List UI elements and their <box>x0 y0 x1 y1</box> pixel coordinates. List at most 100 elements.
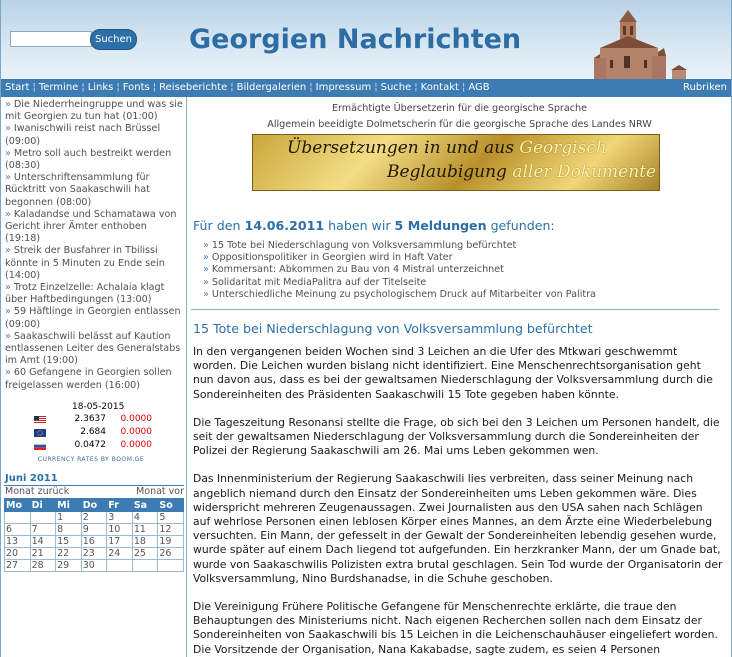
calendar-day[interactable]: 19 <box>157 535 184 548</box>
calendar-prev-month[interactable]: Monat zurück <box>5 486 69 497</box>
search-input[interactable] <box>10 31 92 47</box>
nav-item-agb[interactable]: AGB <box>468 82 489 93</box>
calendar-day[interactable]: 21 <box>29 547 57 560</box>
calendar-day[interactable]: 25 <box>131 547 159 560</box>
nav-item-suche[interactable]: Suche <box>381 82 412 93</box>
result-item[interactable]: » Solidaritat mit MediaPalitra auf der T… <box>203 277 596 289</box>
result-item[interactable]: » Unterschiedliche Meinung zu psychologi… <box>203 289 596 301</box>
calendar-day[interactable]: 29 <box>55 559 82 572</box>
currency-date: 18-05-2015 <box>72 402 125 412</box>
church-image <box>594 10 687 79</box>
calendar-weekday: Do <box>80 498 108 512</box>
news-item[interactable]: » 59 Häftlinge in Georgien entlassen (09… <box>5 306 183 330</box>
calendar-day[interactable]: 10 <box>106 523 133 536</box>
news-item[interactable]: » Metro soll auch bestreikt werden (08:3… <box>5 148 183 172</box>
sidebar: » Die Niederrheingruppe und was sie mit … <box>1 97 187 657</box>
bullet-icon: » <box>5 123 14 135</box>
calendar-day[interactable]: 26 <box>157 547 184 560</box>
calendar-day[interactable]: 17 <box>106 535 133 548</box>
bullet-icon: » <box>5 306 14 318</box>
calendar-day[interactable]: 11 <box>131 523 159 536</box>
ru-flag-icon <box>34 442 46 450</box>
calendar-day[interactable]: 16 <box>80 535 108 548</box>
ad-translator-line: Ermächtigte Übersetzerin für die georgis… <box>331 103 588 114</box>
bullet-icon: » <box>5 99 14 110</box>
article-title: 15 Tote bei Niederschlagung von Volksver… <box>193 321 593 336</box>
result-item[interactable]: » 15 Tote bei Niederschlagung von Volksv… <box>203 240 596 252</box>
nav-item-start[interactable]: Start <box>5 82 29 93</box>
nav-item-rubriken[interactable]: Rubriken <box>683 79 727 97</box>
calendar-next-month[interactable]: Monat vor <box>136 486 184 497</box>
news-item[interactable]: » Streik der Busfahrer in Tbilissi könnt… <box>5 245 183 282</box>
currency-value: 2.684 <box>80 427 106 437</box>
result-item[interactable]: » Oppositionspolitiker in Georgien wird … <box>203 252 596 264</box>
calendar-day[interactable]: 28 <box>29 559 57 572</box>
calendar: Juni 2011 Monat zurück Monat vor Mo Di Mi D… <box>4 472 184 572</box>
calendar-day[interactable]: 27 <box>4 559 31 572</box>
calendar-day <box>29 511 57 524</box>
nav-separator: ¦ <box>81 82 85 93</box>
bullet-icon: » <box>5 147 14 159</box>
site-header: Suchen Georgien Nachrichten <box>1 0 731 79</box>
calendar-day[interactable]: 20 <box>4 547 31 560</box>
site-title[interactable]: Georgien Nachrichten <box>189 24 521 55</box>
news-item[interactable]: » Iwanischwili reist nach Brüssel (09:00… <box>5 123 183 147</box>
nav-separator: ¦ <box>461 82 466 93</box>
result-item-label: 15 Tote bei Niederschlagung von Volksver… <box>211 240 517 251</box>
currency-change: 0.0000 <box>120 414 153 424</box>
news-item[interactable]: » Unterschriftensammlung für Rücktritt v… <box>5 172 183 209</box>
calendar-day[interactable]: 1 <box>55 511 82 524</box>
search-button[interactable]: Suchen <box>90 29 137 50</box>
calendar-day[interactable]: 12 <box>157 523 184 536</box>
nav-item-bildergalerien[interactable]: Bildergalerien <box>237 82 307 93</box>
calendar-day[interactable]: 2 <box>80 511 108 524</box>
nav-item-impressum[interactable]: Impressum <box>316 82 372 93</box>
eu-flag-icon <box>34 429 46 437</box>
nav-item-reiseberichte[interactable]: Reiseberichte <box>159 82 227 93</box>
news-item-label: 59 Häftlinge in Georgien entlassen (09:0… <box>5 306 181 330</box>
calendar-day <box>106 559 133 572</box>
currency-footer[interactable]: CURRENCY RATES BY BOOM.GE <box>32 456 150 464</box>
nav-separator: ¦ <box>32 82 36 93</box>
news-item[interactable]: » Saakaschwili belässt auf Kaution entla… <box>5 331 183 368</box>
news-item-label: Saakaschwili belässt auf Kaution entlass… <box>5 330 181 367</box>
bullet-icon: » <box>203 240 212 251</box>
calendar-day[interactable]: 8 <box>55 523 82 536</box>
news-item[interactable]: » Trotz Einzelzelle: Achalaia klagt über… <box>5 282 183 306</box>
calendar-day[interactable]: 7 <box>29 523 57 536</box>
calendar-day[interactable]: 14 <box>29 535 57 548</box>
bullet-icon: » <box>203 276 212 288</box>
calendar-day[interactable]: 3 <box>106 511 133 524</box>
currency-change: 0.0000 <box>120 427 153 437</box>
calendar-day[interactable]: 30 <box>80 559 108 572</box>
currency-row: 0.0472 0.0000 <box>34 440 154 452</box>
currency-value: 0.0472 <box>74 440 107 450</box>
translation-banner[interactable]: Übersetzungen in und aus Georgisch Begla… <box>252 134 660 191</box>
calendar-day[interactable]: 5 <box>157 511 184 524</box>
result-heading: Für den 14.06.2011 haben wir 5 Meldungen… <box>193 218 555 233</box>
bullet-icon: » <box>5 245 14 257</box>
calendar-day[interactable]: 18 <box>131 535 159 548</box>
calendar-day[interactable]: 13 <box>4 535 31 548</box>
calendar-day[interactable]: 6 <box>4 523 31 536</box>
calendar-day[interactable]: 9 <box>80 523 108 536</box>
news-item[interactable]: » Die Niederrheingruppe und was sie mit … <box>5 99 183 123</box>
article-paragraph: In den vergangenen beiden Wochen sind 3 … <box>193 345 713 401</box>
calendar-day[interactable]: 23 <box>80 547 108 560</box>
nav-item-kontakt[interactable]: Kontakt <box>421 82 459 93</box>
nav-item-termine[interactable]: Termine <box>39 82 79 93</box>
result-item-label: Solidaritat mit MediaPalitra auf der Tit… <box>211 276 427 288</box>
currency-row: 2.684 0.0000 <box>34 427 154 439</box>
nav-item-fonts[interactable]: Fonts <box>123 82 150 93</box>
calendar-day[interactable]: 24 <box>106 547 133 560</box>
news-item[interactable]: » 60 Gefangene in Georgien sollen freige… <box>5 367 183 391</box>
calendar-day[interactable]: 22 <box>55 547 82 560</box>
calendar-day <box>157 559 184 572</box>
page: Suchen Georgien Nachrichten Start ¦ Term… <box>0 0 732 657</box>
result-item[interactable]: » Kommersant: Abkommen zu Bau von 4 Mist… <box>203 264 596 276</box>
news-item[interactable]: » Kaladandse und Schamatawa von Gericht … <box>5 209 183 246</box>
calendar-day[interactable]: 4 <box>131 511 159 524</box>
calendar-day[interactable]: 15 <box>55 535 82 548</box>
nav-item-links[interactable]: Links <box>88 82 114 93</box>
article-paragraph: Die Tageszeitung Resonansi stellte die F… <box>193 415 720 458</box>
